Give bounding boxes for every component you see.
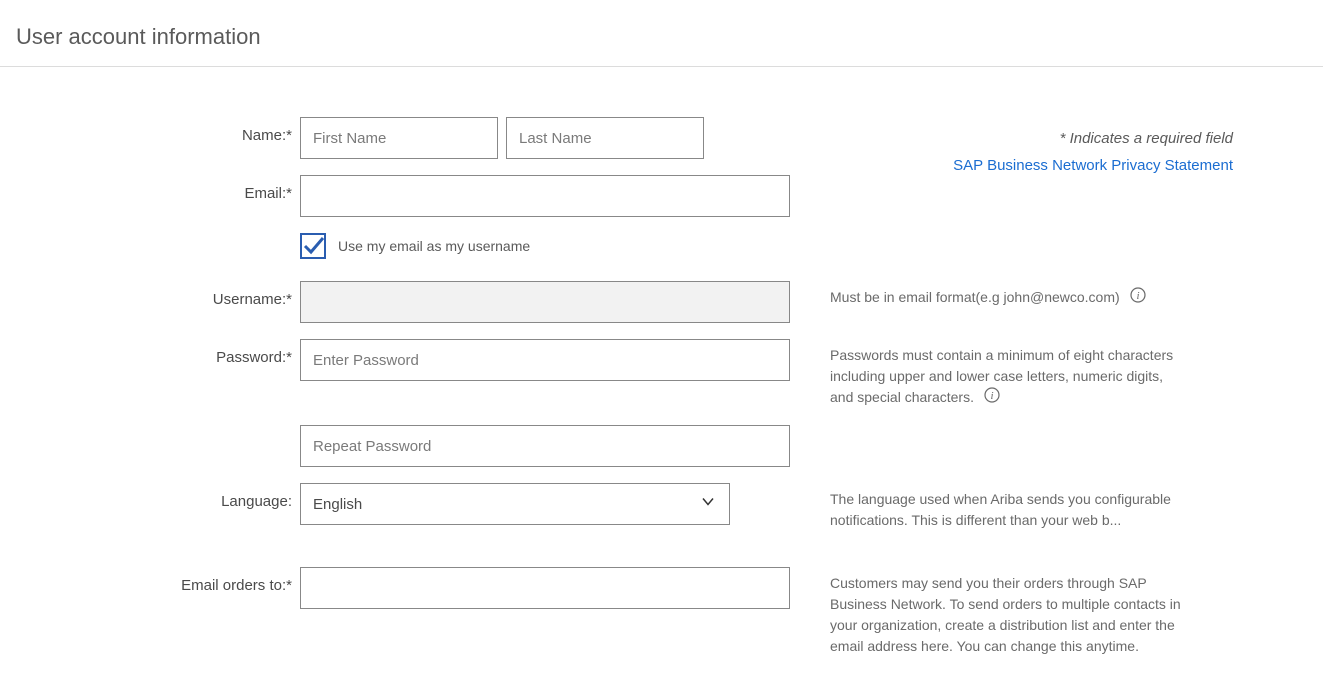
email-orders-hint: Customers may send you their orders thro…: [830, 575, 1181, 654]
first-name-input[interactable]: [300, 117, 498, 159]
svg-text:i: i: [1136, 290, 1139, 302]
required-asterisk: *: [286, 185, 292, 202]
required-field-hint: * Indicates a required field: [953, 130, 1233, 147]
email-input[interactable]: [300, 175, 790, 217]
email-label: Email:: [244, 185, 286, 202]
username-hint: Must be in email format(e.g john@newco.c…: [830, 289, 1120, 305]
use-email-checkbox-label: Use my email as my username: [338, 238, 530, 254]
svg-text:i: i: [990, 390, 993, 402]
repeat-password-input[interactable]: [300, 425, 790, 467]
info-icon[interactable]: i: [984, 387, 1000, 409]
required-asterisk: *: [286, 349, 292, 366]
username-label: Username:: [213, 291, 286, 308]
privacy-statement-link[interactable]: SAP Business Network Privacy Statement: [953, 157, 1233, 174]
password-hint: Passwords must contain a minimum of eigh…: [830, 347, 1173, 405]
password-input[interactable]: [300, 339, 790, 381]
page-title: User account information: [0, 0, 1323, 66]
language-label: Language:: [221, 493, 292, 510]
language-select[interactable]: [300, 483, 730, 525]
required-asterisk: *: [286, 291, 292, 308]
username-input: [300, 281, 790, 323]
divider: [0, 66, 1323, 67]
info-icon[interactable]: i: [1130, 287, 1146, 309]
required-asterisk: *: [286, 127, 292, 144]
last-name-input[interactable]: [506, 117, 704, 159]
email-orders-label: Email orders to:: [181, 577, 286, 594]
language-value[interactable]: [300, 483, 730, 525]
required-asterisk: *: [286, 577, 292, 594]
language-hint: The language used when Ariba sends you c…: [830, 491, 1171, 528]
checkmark-icon: [301, 233, 327, 259]
password-label: Password:: [216, 349, 286, 366]
use-email-as-username-checkbox[interactable]: [300, 233, 326, 259]
email-orders-input[interactable]: [300, 567, 790, 609]
name-label: Name:: [242, 127, 286, 144]
